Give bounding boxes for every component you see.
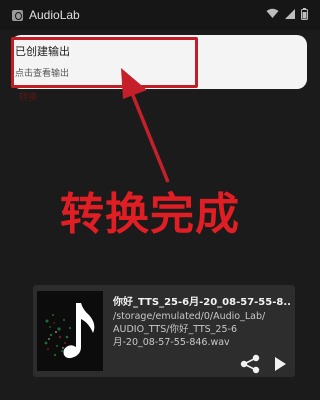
annotation-caption: 转换完成 [60,189,240,240]
media-file-path-line: /storage/emulated/0/Audio_Lab/ [113,311,266,322]
share-button[interactable] [239,354,261,374]
media-file-name: 你好_TTS_25-6月-20_08-57-55-8... [113,297,291,308]
media-file-path: /storage/emulated/0/Audio_Lab/ AUDIO_TTS… [113,310,268,349]
play-icon [275,357,286,371]
media-file-path-line: AUDIO_TTS/你好_TTS_25-6 [113,324,237,335]
album-art [37,291,103,371]
music-note-icon [44,303,95,359]
share-icon [240,354,260,374]
media-file-path-line: 月-20_08-57-55-846.wav [113,337,230,348]
play-button[interactable] [271,354,289,374]
